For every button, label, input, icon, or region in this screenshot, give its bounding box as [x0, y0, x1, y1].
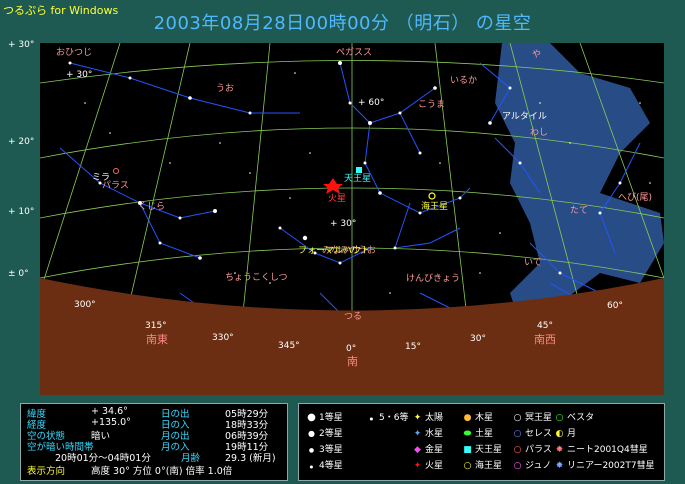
legend-mag4: ● 4等星 [307, 458, 343, 471]
legend-ceres: ○ セレス [513, 429, 553, 439]
vesta-icon: ○ [555, 413, 564, 423]
legend-comet1: ✸ ニート2001Q4彗星 [555, 445, 648, 455]
star-chart[interactable]: おひつじ うお ペガスス いるか や こうま わし くじら たて へび(尾) い… [40, 43, 664, 395]
legend-moon: ◐ 月 [555, 429, 577, 439]
info-panel: 緯度 + 34.6° 経度 +135.0° 空の状態 暗い 空が暗い時間帯 20… [20, 403, 288, 481]
legend-pluto: ○ 冥王星 [513, 413, 553, 423]
label-ya: や [532, 49, 541, 60]
legend-saturn: ⬬ 土星 [463, 429, 494, 439]
label-kouma: こうま [418, 99, 445, 110]
uranus-icon: ■ [463, 445, 472, 455]
comet2-icon: ✸ [555, 461, 564, 471]
label-mars: 火星 [328, 193, 346, 204]
pluto-icon: ○ [513, 413, 522, 423]
azimuth-330: 330° [212, 333, 234, 343]
legend-uranus: ■ 天王星 [463, 445, 503, 455]
legend-mag3: ● 3等星 [308, 445, 343, 455]
legend-mars: ✦ 火星 [413, 461, 444, 471]
mag1-icon: ● [307, 412, 316, 423]
azimuth-315: 315° [145, 321, 167, 331]
direction-south: 南 [347, 355, 358, 368]
label-pegasus: ペガスス [336, 47, 372, 58]
moon-age-label: 月齢 [181, 453, 201, 464]
lon-value: +135.0° [91, 417, 131, 428]
juno-icon: ○ [513, 461, 522, 471]
legend-jupiter: ● 木星 [463, 413, 494, 423]
label-neptune: 海王星 [421, 200, 448, 212]
legend-vesta: ○ ベスタ [555, 413, 595, 423]
alt-grid-label-3: + 30° [330, 219, 356, 229]
altitude-label-20: + 20° [8, 137, 35, 147]
moon-icon: ◐ [555, 429, 564, 439]
page-title: 2003年08月28日00時00分 （明石） の星空 [153, 13, 532, 34]
mag2-icon: ● [308, 429, 315, 438]
mag4-icon: ● [309, 464, 314, 469]
label-choukokushitsu: ちょうこくしつ [225, 272, 287, 283]
dark-period-value: 20時01分～04時01分 [55, 453, 151, 464]
venus-icon: ◆ [414, 445, 421, 455]
legend-sun: ✦ 太陽 [413, 413, 444, 423]
label-kujira: くじら [138, 201, 165, 212]
altitude-label-30: + 30° [8, 40, 35, 50]
legend-juno: ○ ジュノ [513, 461, 552, 471]
legend-mag2: ● 2等星 [308, 429, 343, 439]
alt-grid-label-1: + 30° [66, 70, 92, 80]
label-tate: たて [570, 205, 588, 216]
label-ite: いて [524, 258, 542, 268]
altitude-label-10: + 10° [8, 207, 35, 217]
label-tsuru: つる [344, 311, 362, 322]
view-dir-value: 高度 30° 方位 0°(南) 倍率 1.0倍 [91, 466, 233, 477]
uranus-marker[interactable] [356, 167, 362, 173]
legend-mag56: ● 5・6等 [367, 410, 409, 423]
altitude-label-0: ± 0° [8, 269, 29, 279]
label-pallas: パラス [102, 180, 129, 191]
saturn-icon: ⬬ [463, 429, 472, 439]
direction-southeast: 南東 [146, 333, 168, 346]
sun-icon: ✦ [413, 413, 422, 423]
mag56-icon: ● [369, 416, 374, 421]
label-kenbikyou: けんびきょう [406, 273, 460, 284]
label-uranus: 天王星 [344, 173, 371, 184]
sky-state-value: 暗い [91, 431, 111, 442]
label-fomalhaut: フォーマルハウト [298, 245, 370, 256]
legend-mag1: ● 1等星 [307, 412, 343, 423]
azimuth-45: 45° [537, 321, 553, 331]
legend-venus: ◆ 金星 [414, 445, 444, 455]
label-altair: アルタイル [502, 111, 547, 122]
legend-mercury: ✦ 水星 [413, 429, 444, 439]
azimuth-30: 30° [470, 334, 486, 344]
azimuth-0: 0° [346, 344, 356, 354]
label-hebi: へび(尾) [618, 192, 652, 203]
comet1-icon: ✸ [555, 445, 564, 455]
legend-neptune: ○ 海王星 [463, 461, 503, 471]
pallas-icon: ○ [513, 445, 522, 455]
mercury-icon: ✦ [413, 429, 422, 439]
azimuth-60: 60° [607, 301, 623, 311]
moon-age-value: 29.3 (新月) [225, 453, 276, 464]
legend-pallas: ○ パラス [513, 445, 552, 455]
alt-grid-label-2: + 60° [358, 98, 384, 108]
view-dir-label: 表示方向 [27, 466, 66, 477]
mag3-icon: ● [308, 447, 315, 454]
label-iruka: いるか [450, 75, 477, 86]
lat-value: + 34.6° [91, 406, 128, 417]
legend-panel: ● 1等星 ● 2等星 ● 3等星 ● 4等星 ● 5・6等 ✦ 太陽 ✦ 水星 ◆ 金星 ✦ 火… [298, 403, 665, 481]
label-washi: わし [530, 127, 548, 138]
jupiter-icon: ● [463, 413, 472, 423]
ceres-icon: ○ [513, 429, 522, 439]
label-uo: うお [216, 83, 234, 94]
neptune-icon: ○ [463, 461, 472, 471]
mars-icon: ✦ [413, 461, 422, 471]
azimuth-300: 300° [74, 300, 96, 310]
label-ohitsuji: おひつじ [56, 47, 92, 58]
legend-comet2: ✸ リニアー2002T7彗星 [555, 461, 655, 471]
azimuth-15: 15° [405, 342, 421, 352]
azimuth-345: 345° [278, 341, 300, 351]
direction-southwest: 南西 [534, 333, 556, 346]
